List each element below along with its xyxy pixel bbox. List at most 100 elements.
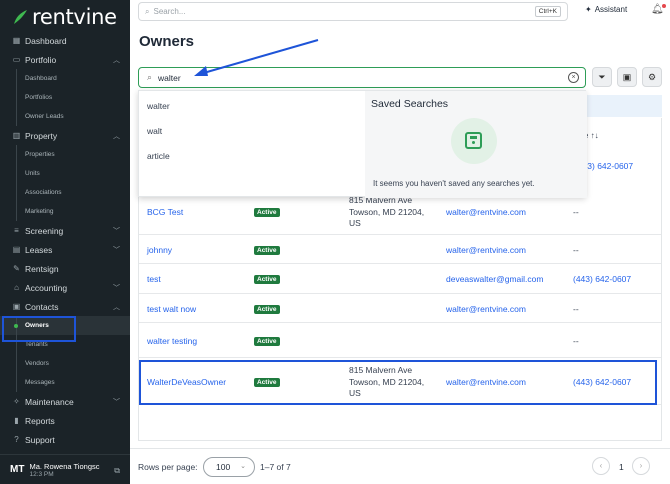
address-line-3: US: [349, 217, 361, 228]
shortcut-badge: Ctrl+K: [534, 6, 561, 17]
global-search-placeholder: Search...: [153, 7, 186, 16]
email-link[interactable]: deveaswalter@gmail.com: [446, 274, 543, 284]
sidebar-item-label: Portfolio: [25, 54, 57, 65]
address-line-2: Towson, MD 21204,: [349, 206, 425, 217]
rows-per-page-label: Rows per page:: [138, 462, 198, 472]
sidebar-item-contacts[interactable]: ▣ Contacts ︿: [0, 297, 130, 316]
bank-icon: ⌂: [14, 283, 19, 292]
table-row[interactable]: [139, 235, 661, 264]
table-footer: Rows per page: 100 ⌄ 1–7 of 7 ‹ 1 ›: [130, 448, 670, 484]
table-row[interactable]: [139, 323, 661, 358]
help-icon: ?: [14, 435, 19, 444]
sidebar-item-label: Property: [25, 130, 58, 141]
saved-searches-title: Saved Searches: [371, 98, 449, 110]
suggestion-item[interactable]: article: [147, 151, 170, 161]
prev-page-button[interactable]: ‹: [592, 457, 610, 475]
email-link[interactable]: walter@rentvine.com: [446, 304, 526, 314]
sidebar-subitem-owner-leads[interactable]: Owner Leads: [0, 107, 130, 126]
saved-searches-empty-message: It seems you haven't saved any searches …: [373, 179, 535, 188]
chevron-right-icon: ›: [639, 461, 643, 470]
sidebar-item-accounting[interactable]: ⌂ Accounting ﹀: [0, 278, 130, 297]
wrench-icon: ✧: [13, 397, 20, 406]
sidebar-item-support[interactable]: ? Support: [0, 430, 130, 449]
sidebar-subitem-vendors[interactable]: Vendors: [0, 354, 130, 373]
suggestion-item[interactable]: walter: [147, 101, 170, 111]
owner-name-link[interactable]: BCG Test: [147, 207, 183, 217]
sidebar-item-property[interactable]: ▥ Property ︿: [0, 126, 130, 145]
sidebar-subitem-properties[interactable]: Properties: [0, 145, 130, 164]
email-link[interactable]: walter@rentvine.com: [446, 245, 526, 255]
user-name: Ma. Rowena Tiongsc: [29, 461, 100, 471]
sidebar-item-label: Portfolios: [25, 94, 53, 101]
sidebar-subitem-units[interactable]: Units: [0, 164, 130, 183]
sidebar-item-label: Dashboard: [25, 35, 67, 46]
sidebar-item-maintenance[interactable]: ✧ Maintenance ﹀: [0, 392, 130, 411]
clear-search-icon[interactable]: ×: [568, 72, 579, 83]
sidebar-subitem-dashboard[interactable]: Dashboard: [0, 69, 130, 88]
document-icon: ▤: [12, 245, 21, 254]
status-badge: Active: [254, 207, 280, 217]
saved-searches-panel: Saved Searches It seems you haven't save…: [365, 91, 587, 198]
avatar: MT: [10, 464, 25, 475]
sidebar-item-label: Messages: [25, 379, 55, 386]
chevron-up-icon: ︿: [113, 133, 120, 140]
chevron-down-icon: ﹀: [113, 247, 120, 254]
global-search-input[interactable]: ⌕ Search... Ctrl+K: [138, 2, 568, 21]
saved-search-icon: [451, 118, 497, 164]
save-search-button[interactable]: ▣: [617, 67, 637, 87]
logout-icon[interactable]: ⧉: [114, 466, 120, 476]
user-profile[interactable]: MT Ma. Rowena Tiongsc 12:3 PM ⧉: [0, 454, 130, 484]
phone-value[interactable]: (443) 642-0607: [573, 274, 631, 284]
owner-name-link[interactable]: johnny: [147, 245, 172, 255]
sidebar-item-leases[interactable]: ▤ Leases ﹀: [0, 240, 130, 259]
rentvine-leaf-icon: [14, 10, 27, 24]
suggestion-item[interactable]: walt: [147, 126, 162, 136]
chevron-down-icon: ⌄: [240, 463, 246, 470]
sidebar-item-label: Associations: [25, 189, 62, 196]
sidebar-subitem-messages[interactable]: Messages: [0, 373, 130, 392]
phone-value: --: [573, 335, 579, 346]
phone-value: --: [573, 244, 579, 255]
sidebar-item-portfolio[interactable]: ▭ Portfolio ︿: [0, 50, 130, 69]
sidebar-item-label: Owner Leads: [25, 113, 64, 120]
filter-icon: ≡: [14, 226, 19, 235]
arrow-annotation: [194, 39, 319, 76]
contacts-icon: ▣: [12, 302, 21, 311]
search-icon: ⌕: [147, 72, 153, 82]
sidebar-item-reports[interactable]: ▮ Reports: [0, 411, 130, 430]
sparkle-icon: ✦: [585, 5, 592, 14]
filter-button[interactable]: ⏷: [592, 67, 612, 87]
settings-button[interactable]: ⚙: [642, 67, 662, 87]
current-page[interactable]: 1: [619, 462, 624, 472]
sidebar-subitem-portfolios[interactable]: Portfolios: [0, 88, 130, 107]
highlight-box-row: [139, 360, 657, 405]
rows-per-page-value: 100: [216, 462, 231, 472]
sidebar-item-dashboard[interactable]: ▦ Dashboard: [0, 31, 130, 50]
owner-name-link[interactable]: walter testing: [147, 336, 197, 346]
notifications-button[interactable]: 🔔︎: [651, 4, 666, 15]
next-page-button[interactable]: ›: [632, 457, 650, 475]
assistant-button[interactable]: ✦ Assistant: [585, 5, 627, 14]
sidebar-item-label: Maintenance: [25, 396, 74, 407]
sidebar-item-rentsign[interactable]: ✎ Rentsign: [0, 259, 130, 278]
chevron-up-icon: ︿: [113, 304, 120, 311]
table-row[interactable]: [139, 294, 661, 323]
logo[interactable]: rentvine: [12, 4, 117, 30]
owner-name-link[interactable]: test walt now: [147, 304, 196, 314]
gear-icon: ⚙: [647, 72, 657, 82]
search-suggestions-dropdown: walter walt article Saved Searches It se…: [138, 90, 587, 198]
sidebar-subitem-associations[interactable]: Associations: [0, 183, 130, 202]
sidebar-item-label: Reports: [25, 415, 55, 426]
chevron-up-icon: ︿: [113, 57, 120, 64]
save-icon: ▣: [622, 72, 632, 82]
topbar: ⌕ Search... Ctrl+K ✦ Assistant 🔔︎: [130, 0, 670, 24]
briefcase-icon: ▭: [12, 55, 21, 64]
sidebar-item-label: Screening: [25, 225, 64, 236]
sidebar-subitem-marketing[interactable]: Marketing: [0, 202, 130, 221]
sidebar-item-screening[interactable]: ≡ Screening ﹀: [0, 221, 130, 240]
owner-name-link[interactable]: test: [147, 274, 161, 284]
rows-per-page-select[interactable]: 100 ⌄: [203, 457, 255, 477]
sidebar-item-label: Contacts: [25, 301, 59, 312]
sidebar-nav: ▦ Dashboard ▭ Portfolio ︿ Dashboard Portfolios…: [0, 31, 130, 449]
email-link[interactable]: walter@rentvine.com: [446, 207, 526, 217]
